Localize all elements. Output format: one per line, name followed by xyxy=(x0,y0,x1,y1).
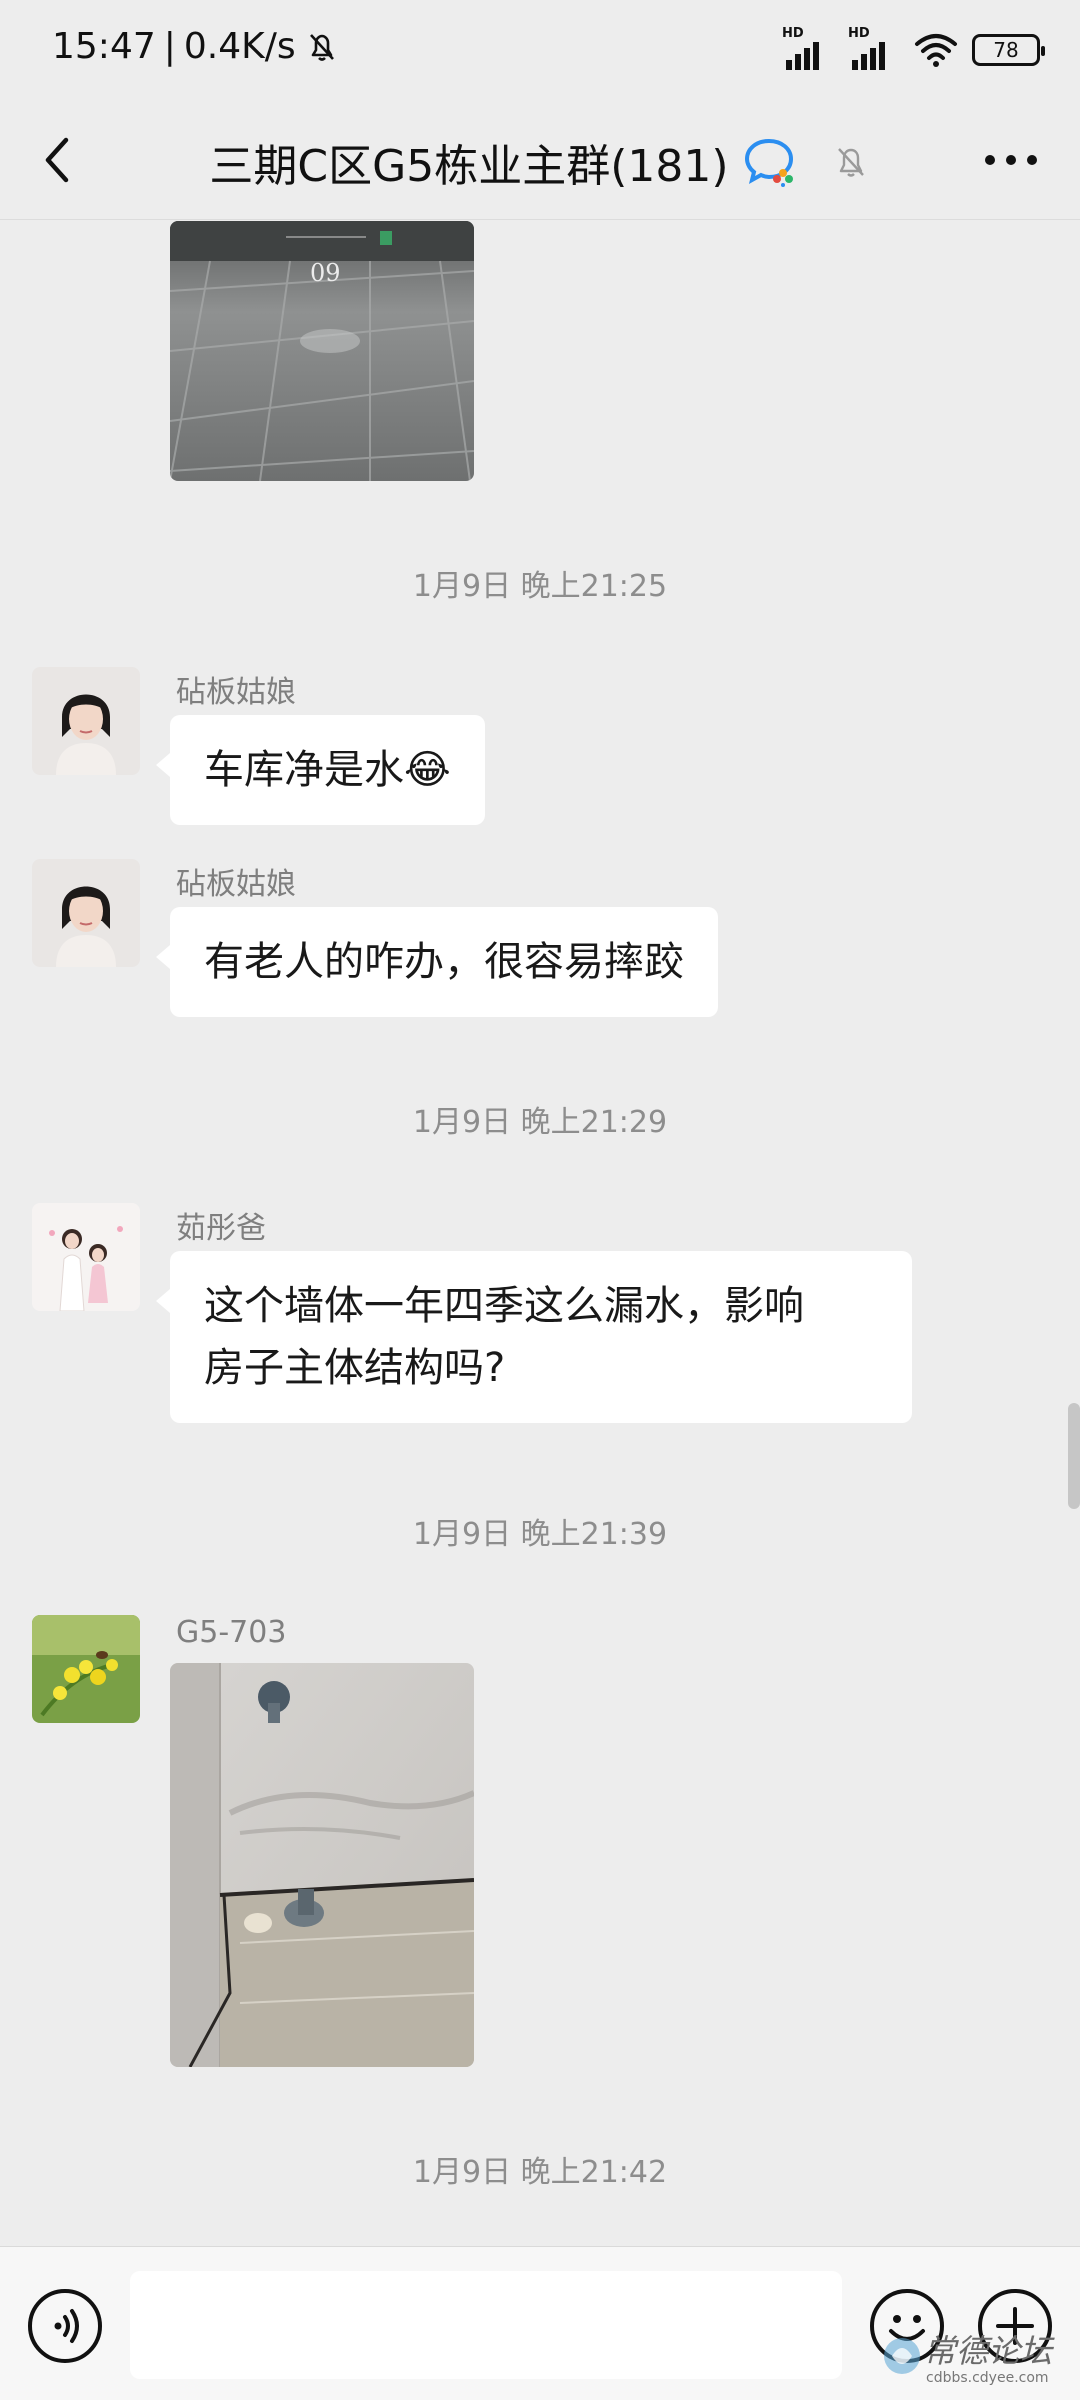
signal-icon-sim1: HD xyxy=(782,26,834,70)
message-input[interactable] xyxy=(130,2271,842,2379)
hd-label: HD xyxy=(848,26,870,41)
avatar-parent-child xyxy=(32,1203,140,1311)
sender-name: 砧板姑娘 xyxy=(176,867,296,902)
text-message[interactable]: 车库净是水😂 xyxy=(156,715,485,825)
status-time: 15:47 xyxy=(52,26,156,67)
battery-indicator: 78 xyxy=(972,34,1045,66)
sender-name: G5-703 xyxy=(176,1615,287,1650)
scrollbar[interactable] xyxy=(1068,1403,1080,1509)
status-network-speed: 0.4K/s xyxy=(183,26,296,67)
voice-button[interactable] xyxy=(28,2289,102,2363)
watermark-logo-icon xyxy=(884,2338,920,2374)
avatar-flower xyxy=(32,1615,140,1723)
signal-icon-sim2: HD xyxy=(848,26,900,70)
text-message[interactable]: 有老人的咋办，很容易摔跤 xyxy=(156,907,718,1017)
more-button[interactable] xyxy=(976,140,1046,180)
message-list[interactable]: 09 1月9日 晚上21:25 砧板姑娘 车库净是水😂 砧板姑娘 有老人的咋办，… xyxy=(0,221,1080,2245)
message-line: 这个墙体一年四季这么漏水，影响 xyxy=(204,1283,804,1329)
photo-overlay-text: 09 xyxy=(310,259,341,287)
text-message[interactable]: 这个墙体一年四季这么漏水，影响 房子主体结构吗? xyxy=(156,1251,912,1423)
avatar[interactable] xyxy=(32,667,140,775)
timestamp: 1月9日 晚上21:39 xyxy=(412,1517,668,1552)
message-line: 房子主体结构吗? xyxy=(204,1345,506,1391)
chat-title[interactable]: 三期C区G5栋业主群(181) xyxy=(0,130,1080,194)
status-bar: 15:47 | 0.4K/s HD HD 78 xyxy=(0,0,1080,100)
timestamp: 1月9日 晚上21:29 xyxy=(412,1105,668,1140)
hd-label: HD xyxy=(782,26,804,41)
status-left: 15:47 | 0.4K/s xyxy=(52,26,340,67)
chat-title-text: 三期C区G5栋业主群(181) xyxy=(209,141,729,192)
battery-level: 78 xyxy=(993,38,1019,62)
sender-name: 砧板姑娘 xyxy=(176,675,296,710)
watermark-url: cdbbs.cdyee.com xyxy=(926,2370,1049,2386)
watermark-text: 常德论坛 xyxy=(924,2332,1053,2370)
avatar[interactable] xyxy=(32,859,140,967)
avatar[interactable] xyxy=(32,1615,140,1723)
avatar[interactable] xyxy=(32,1203,140,1311)
status-separator: | xyxy=(163,26,176,67)
bell-off-icon xyxy=(837,148,864,177)
more-dots-icon xyxy=(985,155,1037,165)
timestamp: 1月9日 晚上21:25 xyxy=(412,569,668,604)
bell-off-icon xyxy=(309,33,334,61)
wall-leak-photo xyxy=(170,1663,474,2067)
avatar-woman xyxy=(32,859,140,967)
status-right: HD HD 78 xyxy=(782,26,1045,70)
sender-name: 茹彤爸 xyxy=(176,1211,266,1246)
forum-watermark: 常德论坛 cdbbs.cdyee.com xyxy=(880,2326,1070,2396)
image-message-wall[interactable] xyxy=(170,1663,474,2067)
voice-icon xyxy=(54,2309,79,2343)
avatar-woman xyxy=(32,667,140,775)
wifi-icon xyxy=(915,34,957,67)
wecom-chat-icon xyxy=(744,138,793,187)
chat-header: 三期C区G5栋业主群(181) xyxy=(0,100,1080,220)
timestamp: 1月9日 晚上21:42 xyxy=(412,2155,668,2190)
image-message-floor[interactable]: 09 xyxy=(170,221,474,481)
